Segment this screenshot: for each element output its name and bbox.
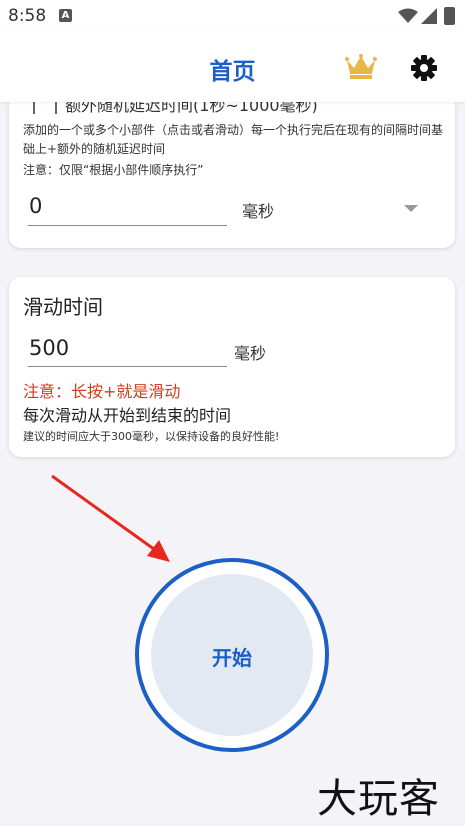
swipe-input-underline <box>28 366 227 367</box>
gear-icon[interactable] <box>410 54 438 82</box>
page-title: 首页 <box>209 59 256 85</box>
app-bar: 首页 <box>0 32 465 102</box>
delay-settings-card: 额外随机延迟时间(1秒~1000毫秒) 添加的一个或多个小部件（点击或者滑动）每… <box>9 80 455 248</box>
delay-value-input[interactable]: 0 <box>29 194 42 218</box>
swipe-warning: 注意：长按+就是滑动 <box>23 382 181 401</box>
crown-icon[interactable] <box>345 54 377 80</box>
notification-icon: A <box>59 9 72 22</box>
swipe-time-input[interactable]: 500 <box>29 336 69 360</box>
swipe-explanation: 每次滑动从开始到结束的时间 <box>23 406 232 425</box>
swipe-time-title: 滑动时间 <box>23 295 103 319</box>
watermark: 大玩客 <box>317 776 440 822</box>
notification-badge-letter: A <box>61 10 70 21</box>
delay-unit-select[interactable]: 毫秒 <box>242 198 274 222</box>
start-button-label: 开始 <box>212 646 252 670</box>
battery-icon <box>444 7 455 25</box>
delay-note: 注意：仅限“根据小部件顺序执行” <box>23 163 204 177</box>
delay-description: 添加的一个或多个小部件（点击或者滑动）每一个执行完后在现有的间隔时间基础上+额外… <box>23 123 444 156</box>
status-bar: 8:58 A <box>0 0 465 32</box>
swipe-unit-label: 毫秒 <box>234 344 267 363</box>
start-button-inner[interactable]: 开始 <box>151 574 313 736</box>
start-button[interactable]: 开始 <box>135 558 329 752</box>
red-arrow-annotation <box>51 474 170 562</box>
dropdown-arrow-icon[interactable] <box>404 205 418 212</box>
swipe-tip: 建议的时间应大于300毫秒，以保持设备的良好性能! <box>23 430 280 443</box>
status-time: 8:58 <box>8 6 47 26</box>
swipe-time-card: 滑动时间 500 毫秒 注意：长按+就是滑动 每次滑动从开始到结束的时间 建议的… <box>9 277 455 457</box>
wifi-icon <box>398 8 418 23</box>
delay-input-underline <box>28 225 227 226</box>
signal-icon <box>421 8 437 24</box>
